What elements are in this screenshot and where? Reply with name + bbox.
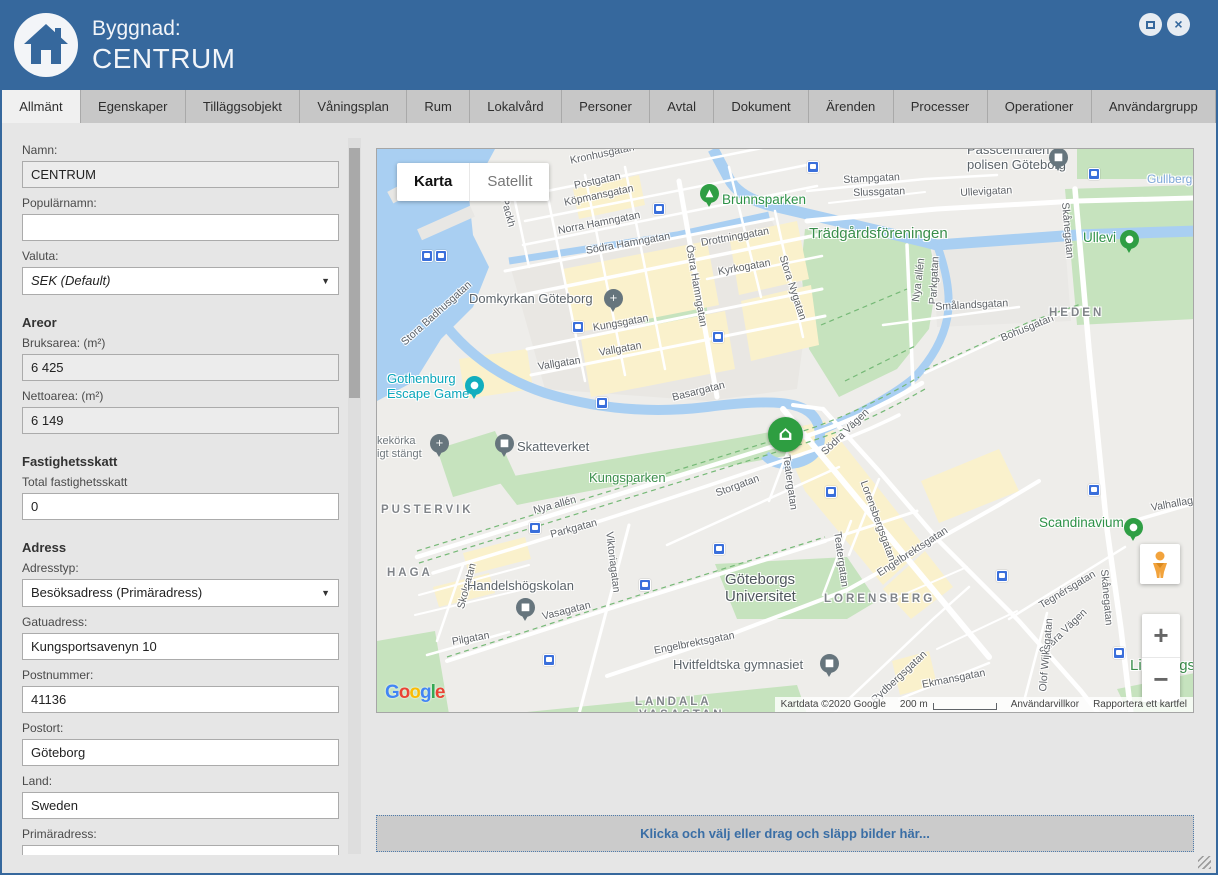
land-field[interactable] bbox=[22, 792, 339, 819]
tab-ärenden[interactable]: Ärenden bbox=[809, 90, 894, 123]
tab-bar: AllmäntEgenskaperTilläggsobjektVåningspl… bbox=[2, 90, 1216, 123]
street-view-pegman-button[interactable] bbox=[1140, 544, 1180, 584]
report-map-error-link[interactable]: Rapportera ett kartfel bbox=[1093, 699, 1187, 710]
tab-egenskaper[interactable]: Egenskaper bbox=[81, 90, 186, 123]
adresstyp-select[interactable]: Besöksadress (Primäradress) ▼ bbox=[22, 579, 339, 607]
map-zoom-control: + − bbox=[1142, 614, 1180, 702]
app-window: Byggnad: CENTRUM × AllmäntEgenskaperTill… bbox=[0, 0, 1218, 875]
map-type-switcher: KartaSatellit bbox=[397, 163, 549, 201]
map-scale-bar bbox=[933, 703, 997, 710]
tab-processer[interactable]: Processer bbox=[894, 90, 988, 123]
map-widget[interactable]: KronhusgatanPostgatanKöpmansgatanNorra H… bbox=[376, 148, 1194, 713]
tab-tilläggsobjekt[interactable]: Tilläggsobjekt bbox=[186, 90, 300, 123]
valuta-value: SEK (Default) bbox=[31, 273, 110, 288]
postnummer-label: Postnummer: bbox=[22, 668, 340, 683]
title-object-name: CENTRUM bbox=[92, 42, 236, 76]
page-title: Byggnad: CENTRUM bbox=[92, 16, 236, 76]
maximize-icon bbox=[1146, 21, 1155, 29]
map-attribution: Kartdata ©2020 Google 200 m Användarvill… bbox=[775, 697, 1193, 712]
section-heading-fastighetsskatt: Fastighetsskatt bbox=[22, 454, 340, 469]
tab-rum[interactable]: Rum bbox=[407, 90, 470, 123]
namn-label: Namn: bbox=[22, 143, 340, 158]
building-logo bbox=[14, 13, 78, 77]
namn-field[interactable] bbox=[22, 161, 339, 188]
form-scrollbar[interactable] bbox=[348, 138, 361, 854]
tab-avtal[interactable]: Avtal bbox=[650, 90, 714, 123]
title-bar: Byggnad: CENTRUM × bbox=[2, 2, 1216, 90]
popularnamn-label: Populärnamn: bbox=[22, 196, 340, 211]
total-fastighetsskatt-field[interactable] bbox=[22, 493, 339, 520]
pegman-icon bbox=[1140, 544, 1180, 584]
bruksarea-label: Bruksarea: (m²) bbox=[22, 336, 340, 351]
map-scale: 200 m bbox=[900, 699, 997, 710]
adresstyp-label: Adresstyp: bbox=[22, 561, 340, 576]
terms-link[interactable]: Användarvillkor bbox=[1011, 699, 1079, 710]
window-resize-handle[interactable] bbox=[1198, 856, 1211, 869]
google-logo-letter: G bbox=[385, 682, 399, 703]
gatuadress-label: Gatuadress: bbox=[22, 615, 340, 630]
gatuadress-field[interactable] bbox=[22, 633, 339, 660]
section-heading-areor: Areor bbox=[22, 315, 340, 330]
zoom-out-button[interactable]: − bbox=[1142, 658, 1180, 702]
primaradress-field[interactable] bbox=[22, 845, 339, 855]
zoom-in-button[interactable]: + bbox=[1142, 614, 1180, 658]
close-button[interactable]: × bbox=[1167, 13, 1190, 36]
scrollbar-thumb[interactable] bbox=[349, 148, 360, 398]
google-logo-letter: g bbox=[420, 682, 431, 703]
tab-användargrupp[interactable]: Användargrupp bbox=[1092, 90, 1216, 123]
nettoarea-field[interactable] bbox=[22, 407, 339, 434]
postort-label: Postort: bbox=[22, 721, 340, 736]
google-logo-letter: o bbox=[409, 682, 420, 703]
image-dropzone[interactable]: Klicka och välj eller drag och släpp bil… bbox=[376, 815, 1194, 852]
land-label: Land: bbox=[22, 774, 340, 789]
map-mode-satellit-button[interactable]: Satellit bbox=[469, 163, 549, 201]
house-icon bbox=[14, 13, 78, 77]
map-mode-karta-button[interactable]: Karta bbox=[397, 163, 469, 201]
tab-operationer[interactable]: Operationer bbox=[988, 90, 1092, 123]
map-copyright: Kartdata ©2020 Google bbox=[781, 699, 886, 710]
total-fastighetsskatt-label: Total fastighetsskatt bbox=[22, 475, 340, 490]
section-heading-adress: Adress bbox=[22, 540, 340, 555]
tab-allmänt[interactable]: Allmänt bbox=[2, 90, 81, 123]
chevron-down-icon: ▼ bbox=[321, 268, 330, 294]
map-scale-label: 200 m bbox=[900, 699, 928, 710]
bruksarea-field[interactable] bbox=[22, 354, 339, 381]
content-area: Namn: Populärnamn: Valuta: SEK (Default) ▼ Ar… bbox=[2, 123, 1216, 873]
google-logo-letter: o bbox=[399, 682, 410, 703]
tab-personer[interactable]: Personer bbox=[562, 90, 650, 123]
map-canvas bbox=[377, 149, 1194, 713]
tab-dokument[interactable]: Dokument bbox=[714, 90, 809, 123]
popularnamn-field[interactable] bbox=[22, 214, 339, 241]
tab-lokalvård[interactable]: Lokalvård bbox=[470, 90, 562, 123]
title-object-type: Byggnad: bbox=[92, 16, 236, 42]
tab-våningsplan[interactable]: Våningsplan bbox=[300, 90, 407, 123]
primaradress-label: Primäradress: bbox=[22, 827, 340, 842]
building-form: Namn: Populärnamn: Valuta: SEK (Default) ▼ Ar… bbox=[22, 143, 340, 855]
google-logo: Google bbox=[385, 682, 444, 704]
valuta-label: Valuta: bbox=[22, 249, 340, 264]
chevron-down-icon: ▼ bbox=[321, 580, 330, 606]
postnummer-field[interactable] bbox=[22, 686, 339, 713]
valuta-select[interactable]: SEK (Default) ▼ bbox=[22, 267, 339, 295]
maximize-button[interactable] bbox=[1139, 13, 1162, 36]
postort-field[interactable] bbox=[22, 739, 339, 766]
google-logo-letter: e bbox=[435, 682, 445, 703]
nettoarea-label: Nettoarea: (m²) bbox=[22, 389, 340, 404]
adresstyp-value: Besöksadress (Primäradress) bbox=[31, 585, 202, 600]
